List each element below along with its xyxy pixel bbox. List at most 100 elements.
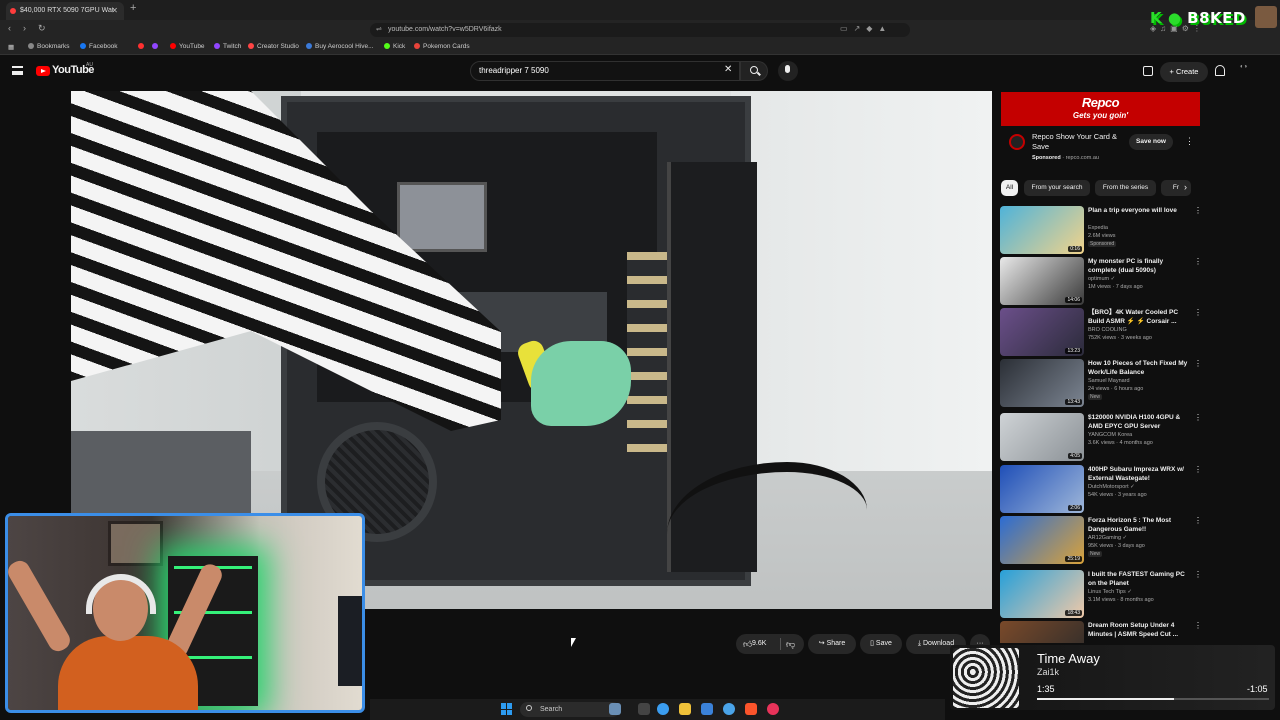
video-thumbnail[interactable]: 14:06 [1000,257,1084,305]
bookmark-item[interactable]: Facebook [80,43,118,50]
video-title[interactable]: My monster PC is finally complete (dual … [1088,257,1192,275]
video-title[interactable]: 【BRO】4K Water Cooled PC Build ASMR ⚡ ⚡ C… [1088,308,1192,326]
recommendation-item[interactable]: 4:05 $120000 NVIDIA H100 4GPU & AMD EPYC … [1000,413,1202,463]
file-explorer-icon[interactable] [679,703,691,715]
voice-search-button[interactable] [778,61,798,81]
youtube-logo-icon[interactable] [36,66,50,76]
more-options-icon[interactable]: ⋮ [1194,413,1202,422]
cast-icon[interactable] [1143,66,1153,76]
more-options-icon[interactable]: ⋮ [1194,465,1202,474]
ad-cta-button[interactable]: Save now [1129,134,1173,150]
channel-name[interactable]: optimum ✓ [1088,276,1115,282]
video-title[interactable]: I built the FASTEST Gaming PC on the Pla… [1088,570,1192,588]
forward-icon[interactable]: › [23,23,38,33]
bookmark-item[interactable]: Pokemon Cards [414,43,470,50]
chip-from-the-series[interactable]: From the series [1095,180,1156,196]
channel-name[interactable]: Expedia [1088,225,1108,231]
app-icon[interactable] [723,703,735,715]
ad-title[interactable]: Repco Show Your Card & Save [1032,132,1124,152]
back-icon[interactable]: ‹ [8,23,23,33]
reader-icon[interactable]: ▭ [840,24,854,33]
more-options-icon[interactable]: ⋮ [1194,621,1200,630]
bookmark-item[interactable] [152,43,161,50]
recommendation-item[interactable]: 13:23 【BRO】4K Water Cooled PC Build ASMR … [1000,308,1202,358]
video-title[interactable]: 400HP Subaru Impreza WRX w/ External Was… [1088,465,1192,483]
video-thumbnail[interactable]: 25:19 [1000,516,1084,564]
video-thumbnail[interactable]: 13:23 [1000,308,1084,356]
video-title[interactable]: $120000 NVIDIA H100 4GPU & AMD EPYC GPU … [1088,413,1192,431]
apps-icon[interactable]: ▦ [8,43,14,51]
task-view-icon[interactable] [638,703,650,715]
recommendation-item[interactable]: 0:16 Plan a trip everyone will love Expedi… [1000,206,1202,256]
channel-name[interactable]: Samuel Maynard [1088,378,1130,384]
ad-more-icon[interactable]: ⋮ [1185,136,1194,147]
video-thumbnail[interactable]: 2:06 [1000,465,1084,513]
recommendation-item[interactable]: 14:06 My monster PC is finally complete (… [1000,257,1202,307]
bookmark-item[interactable]: Creator Studio [248,43,299,50]
video-thumbnail[interactable] [1000,621,1084,643]
more-options-icon[interactable]: ⋮ [1194,206,1202,215]
bookmark-item[interactable]: Kick [384,43,405,50]
recommendation-item[interactable]: Dream Room Setup Under 4 Minutes | ASMR … [1000,621,1200,643]
extension-icon[interactable]: ◈ [1150,24,1160,33]
channel-name[interactable]: AR12Gaming ✓ [1088,535,1127,541]
more-options-icon[interactable]: ⋮ [1194,570,1202,579]
notifications-bell-icon[interactable] [1215,65,1225,76]
reload-icon[interactable]: ↻ [38,23,58,33]
channel-name[interactable]: YANGCOM Korea [1088,432,1132,438]
like-dislike-control[interactable]: 👍︎ 9.6K 👎︎ [736,634,804,654]
recommendation-item[interactable]: 2:06 400HP Subaru Impreza WRX w/ External… [1000,465,1202,515]
recommendation-item[interactable]: 25:19 Forza Horizon 5 : The Most Dangerou… [1000,516,1202,566]
chip-all[interactable]: All [1001,180,1018,196]
store-icon[interactable] [701,703,713,715]
chevron-right-icon[interactable]: › [1184,182,1187,192]
more-options-icon[interactable]: ⋮ [1194,257,1202,266]
channel-name[interactable]: BRO COOLING [1088,327,1127,333]
shield-icon[interactable]: ◆ [866,24,878,33]
bookmark-item[interactable]: YouTube [170,43,205,50]
create-button[interactable]: + Create [1160,62,1208,82]
extension-icon[interactable]: ♫ [1160,24,1170,33]
url-field[interactable]: ⇌ youtube.com/watch?v=w5DRV6ifazk [370,23,910,37]
more-options-icon[interactable]: ⋮ [1194,308,1202,317]
bookmark-item[interactable]: Bookmarks [28,43,70,50]
channel-name[interactable]: DutchMotorsport ✓ [1088,484,1135,490]
ad-banner[interactable]: Repco Gets you goin' [1001,92,1200,126]
like-icon[interactable]: 👍︎ [743,634,752,654]
video-thumbnail[interactable]: 4:05 [1000,413,1084,461]
channel-name[interactable]: Linus Tech Tips ✓ [1088,589,1132,595]
rewards-icon[interactable]: ▲ [878,24,892,33]
extension-icon[interactable]: ⋮ [1193,24,1205,33]
video-thumbnail[interactable]: 0:16 [1000,206,1084,254]
site-info-icon[interactable]: ⇌ [376,23,382,37]
video-title[interactable]: How 10 Pieces of Tech Fixed My Work/Life… [1088,359,1192,377]
bookmark-item[interactable]: Buy Aerocool Hive... [306,43,374,50]
close-tab-icon[interactable]: ✕ [111,2,118,20]
search-input[interactable]: threadripper 7 5090 [470,61,740,81]
recommendation-item[interactable]: 13:43 How 10 Pieces of Tech Fixed My Work… [1000,359,1202,409]
recommendation-item[interactable]: 18:43 I built the FASTEST Gaming PC on th… [1000,570,1202,620]
widgets-icon[interactable] [609,703,621,715]
video-title[interactable]: Dream Room Setup Under 4 Minutes | ASMR … [1088,621,1192,639]
more-options-icon[interactable]: ⋮ [1194,359,1202,368]
bookmark-item[interactable] [138,43,147,50]
video-title[interactable]: Plan a trip everyone will love [1088,206,1192,215]
dislike-icon[interactable]: 👎︎ [786,634,795,654]
edge-icon[interactable] [657,703,669,715]
hamburger-menu-icon[interactable] [12,66,23,75]
video-thumbnail[interactable]: 13:43 [1000,359,1084,407]
share-button[interactable]: ↪ Share [808,634,856,654]
video-title[interactable]: Forza Horizon 5 : The Most Dangerous Gam… [1088,516,1192,534]
brave-browser-icon[interactable] [745,703,757,715]
account-avatar[interactable]: ◐◑ [1240,64,1256,78]
more-options-icon[interactable]: ⋮ [1194,516,1202,525]
windows-start-icon[interactable] [501,703,513,715]
extension-icon[interactable]: ⚙ [1182,24,1193,33]
video-thumbnail[interactable]: 18:43 [1000,570,1084,618]
search-button[interactable] [740,61,768,81]
share-page-icon[interactable]: ↗ [854,24,867,33]
extension-icon[interactable]: ▣ [1170,24,1182,33]
save-button[interactable]: ▯ Save [860,634,902,654]
new-tab-icon[interactable]: + [130,2,136,14]
clear-search-icon[interactable]: ✕ [724,64,732,75]
